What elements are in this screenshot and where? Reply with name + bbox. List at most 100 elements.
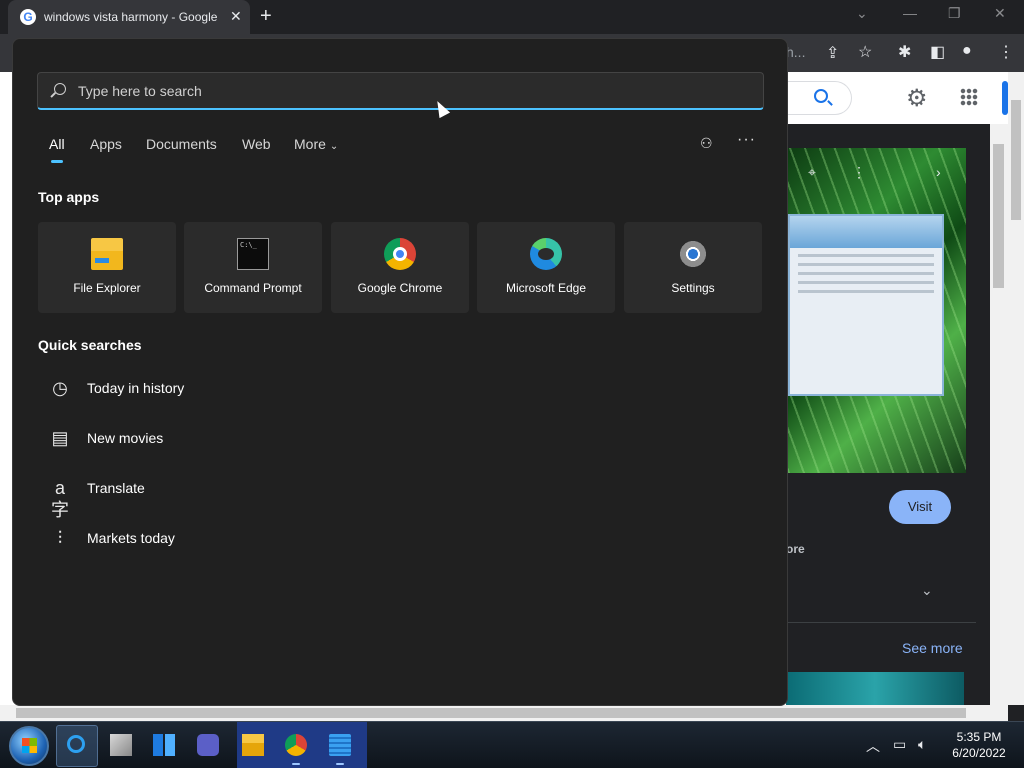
- tab-title: windows vista harmony - Google: [44, 10, 218, 24]
- inner-scrollbar[interactable]: [990, 124, 1008, 705]
- app-tile-label: Command Prompt: [204, 281, 302, 295]
- edge-icon: [530, 238, 562, 270]
- app-tile-file-explorer[interactable]: File Explorer: [38, 222, 176, 313]
- minimize-icon[interactable]: —: [903, 5, 917, 21]
- quick-search-new-movies[interactable]: ▤ New movies: [49, 423, 349, 453]
- browser-menu-icon[interactable]: ⋮: [998, 42, 1014, 62]
- quick-search-label: Today in history: [87, 380, 185, 396]
- quick-search-label: New movies: [87, 430, 164, 446]
- share-icon[interactable]: ⇪: [826, 43, 839, 63]
- page-scrollbar[interactable]: [1008, 72, 1024, 705]
- tab-close-icon[interactable]: ✕: [230, 8, 242, 25]
- taskbar-file-explorer[interactable]: [232, 725, 274, 767]
- visit-button[interactable]: Visit: [889, 490, 951, 524]
- more-options-icon[interactable]: ···: [737, 131, 756, 149]
- volume-icon[interactable]: 🔈︎: [918, 736, 926, 753]
- show-hidden-icons-chevron-icon[interactable]: ︿: [866, 736, 880, 756]
- chart-icon: ⫶: [57, 528, 63, 548]
- settings-gear-icon[interactable]: ⚙: [906, 84, 928, 113]
- side-panel-icon[interactable]: ◧: [930, 42, 945, 62]
- chevron-down-icon[interactable]: ⌄: [921, 582, 933, 599]
- truncated-heading: ore: [786, 542, 805, 556]
- see-more-link[interactable]: See more: [902, 640, 963, 656]
- app-tile-label: Google Chrome: [357, 281, 443, 295]
- widgets-icon: [153, 734, 175, 756]
- network-icon[interactable]: ▭: [893, 736, 906, 753]
- browser-tab-strip: G windows vista harmony - Google ✕ + ⌄ —…: [0, 0, 1024, 34]
- search-input[interactable]: [78, 80, 738, 102]
- app-tile-label: Settings: [671, 281, 715, 295]
- google-search-button[interactable]: [786, 81, 852, 115]
- app-tile-microsoft-edge[interactable]: Microsoft Edge: [477, 222, 615, 313]
- image-more-icon[interactable]: ⋮: [852, 164, 866, 181]
- quick-search-today-in-history[interactable]: ◷ Today in history: [49, 373, 349, 403]
- google-apps-grid-icon[interactable]: [960, 88, 978, 106]
- account-switch-icon[interactable]: ⚇: [700, 135, 713, 152]
- tab-more[interactable]: More ⌄: [294, 136, 338, 152]
- teams-chat-icon: [197, 734, 219, 756]
- chrome-icon: [384, 238, 416, 270]
- search-icon: [54, 83, 66, 95]
- google-favicon-icon: G: [20, 9, 36, 25]
- horizontal-scrollbar[interactable]: [0, 705, 1008, 721]
- taskbar-clock[interactable]: 5:35 PM 6/20/2022: [944, 729, 1014, 761]
- result-thumbnail[interactable]: [786, 672, 964, 705]
- search-icon: [814, 89, 828, 103]
- chrome-icon: [285, 734, 307, 756]
- translate-icon: a字: [51, 478, 69, 520]
- tab-documents[interactable]: Documents: [146, 136, 217, 152]
- next-image-icon[interactable]: ›: [936, 164, 941, 180]
- windows-logo-icon: [22, 738, 37, 753]
- chevron-down-icon: ⌄: [329, 141, 339, 152]
- running-indicator: [292, 763, 300, 765]
- tab-all[interactable]: All: [49, 136, 65, 163]
- omnibox-url-tail[interactable]: h...: [786, 44, 805, 60]
- settings-gear-icon: [677, 238, 709, 270]
- quick-search-label: Markets today: [87, 530, 175, 546]
- lens-icon[interactable]: ⌖: [808, 164, 816, 181]
- taskbar-chrome[interactable]: [275, 725, 317, 767]
- app-tile-command-prompt[interactable]: C:\_ Command Prompt: [184, 222, 322, 313]
- quick-search-translate[interactable]: a字 Translate: [49, 473, 349, 520]
- app-tile-label: File Explorer: [73, 281, 141, 295]
- top-apps-heading: Top apps: [38, 189, 100, 205]
- quick-search-label: Translate: [87, 480, 145, 496]
- quick-search-markets-today[interactable]: ⫶ Markets today: [49, 523, 349, 553]
- clock-icon: ◷: [52, 378, 68, 398]
- result-image-window-preview: [788, 214, 944, 396]
- file-explorer-icon: [91, 238, 123, 270]
- new-tab-icon[interactable]: +: [260, 5, 272, 28]
- start-button[interactable]: [9, 726, 49, 766]
- taskbar-chat-button[interactable]: [187, 725, 229, 767]
- taskbar: ︿ ▭ 🔈︎: [0, 721, 1024, 768]
- quick-searches-heading: Quick searches: [38, 337, 142, 353]
- task-view-icon: [110, 734, 132, 756]
- extensions-puzzle-icon[interactable]: ✱: [898, 42, 911, 62]
- search-box[interactable]: [37, 72, 764, 110]
- notepad-icon: [329, 734, 351, 756]
- clock-time: 5:35 PM: [956, 730, 1002, 744]
- bookmark-star-icon[interactable]: ☆: [858, 42, 872, 62]
- taskbar-widgets-button[interactable]: [143, 725, 185, 767]
- divider: [786, 622, 976, 623]
- tab-more-label: More: [294, 136, 326, 152]
- app-tile-google-chrome[interactable]: Google Chrome: [331, 222, 469, 313]
- search-icon: [67, 735, 85, 753]
- browser-tab[interactable]: G windows vista harmony - Google ✕: [8, 0, 250, 34]
- window-close-icon[interactable]: ✕: [994, 5, 1006, 22]
- taskbar-search-button[interactable]: [56, 725, 98, 767]
- taskbar-notepad[interactable]: [319, 725, 361, 767]
- restore-icon[interactable]: ❐: [948, 5, 961, 22]
- profile-avatar-icon[interactable]: ●: [962, 42, 972, 60]
- tab-apps[interactable]: Apps: [90, 136, 122, 152]
- command-prompt-icon: C:\_: [237, 238, 269, 270]
- tab-web[interactable]: Web: [242, 136, 271, 152]
- app-tile-settings[interactable]: Settings: [624, 222, 762, 313]
- clapperboard-icon: ▤: [51, 428, 69, 448]
- clock-date: 6/20/2022: [952, 746, 1006, 760]
- taskbar-task-view-button[interactable]: [100, 725, 142, 767]
- app-tile-label: Microsoft Edge: [505, 281, 587, 295]
- running-indicator: [336, 763, 344, 765]
- windows-search-flyout: All Apps Documents Web More⌄ ⚇ ··· Top a…: [12, 38, 788, 706]
- tab-search-icon[interactable]: ⌄: [856, 5, 868, 22]
